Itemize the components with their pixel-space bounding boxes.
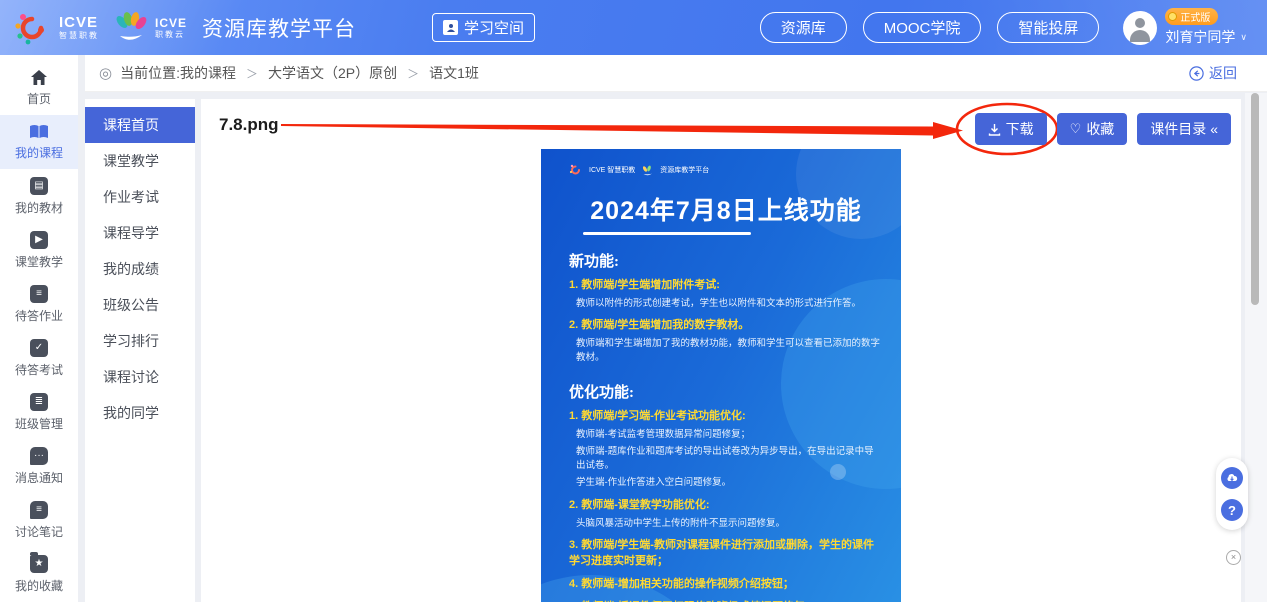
medal-icon xyxy=(1168,12,1177,21)
scrollbar-thumb[interactable] xyxy=(1251,93,1259,305)
download-icon xyxy=(988,123,1001,136)
chevron-down-icon: ∨ xyxy=(1240,32,1247,43)
open-book-icon xyxy=(29,124,49,140)
poster-zhijiaoyun-logo-icon xyxy=(641,164,654,177)
help-icon[interactable]: ? xyxy=(1221,499,1243,521)
sidebar-item-my-favorites[interactable]: ★ 我的收藏 xyxy=(0,547,78,601)
nav-mooc-college-button[interactable]: MOOC学院 xyxy=(863,12,982,43)
home-icon xyxy=(30,69,48,86)
brand: ICVE 智慧职教 ICVE 职教云 资源库教学平台 xyxy=(14,9,356,47)
heart-icon: ♡ xyxy=(1070,121,1082,137)
file-title: 7.8.png xyxy=(219,115,279,135)
nav-smart-cast-button[interactable]: 智能投屏 xyxy=(997,12,1099,43)
course-menu-my-grades[interactable]: 我的成绩 xyxy=(85,251,195,287)
breadcrumb-my-courses[interactable]: 我的课程 xyxy=(180,63,236,83)
icve-zhihuizhijiao-logo-icon xyxy=(14,9,52,47)
course-menu-learning-ranking[interactable]: 学习排行 xyxy=(85,323,195,359)
icve-zhijiaoyun-logo-icon xyxy=(112,10,148,46)
breadcrumb-label: 当前位置: xyxy=(120,63,180,83)
poster-icve-logo-icon xyxy=(569,163,583,177)
breadcrumb-separator: ＞ xyxy=(407,65,419,82)
header-right: 资源库 MOOC学院 智能投屏 正式版 刘育宁同学 ∨ xyxy=(760,8,1247,47)
course-menu-my-classmates[interactable]: 我的同学 xyxy=(85,395,195,431)
left-sidebar: 首页 我的课程 ▤ 我的教材 ▶ 课堂教学 ≡ 待答作业 ✓ 待答考试 xyxy=(0,55,78,602)
poster-title: 2024年7月8日上线功能 xyxy=(569,191,883,235)
platform-title: 资源库教学平台 xyxy=(202,13,356,43)
study-space-button[interactable]: 学习空间 xyxy=(432,13,535,42)
poster-section-optimizations: 优化功能: 1. 教师端/学习端-作业考试功能优化: 教师端-考试监考管理数据异… xyxy=(569,381,883,602)
sidebar-item-pending-exams[interactable]: ✓ 待答考试 xyxy=(0,331,78,385)
course-menu-course-guide[interactable]: 课程导学 xyxy=(85,215,195,251)
favorite-button[interactable]: ♡ 收藏 xyxy=(1057,113,1128,145)
sidebar-item-my-courses[interactable]: 我的课程 xyxy=(0,115,78,169)
class-manage-icon: ≣ xyxy=(30,393,48,411)
course-menu: 课程首页 课堂教学 作业考试 课程导学 我的成绩 班级公告 学习排行 课程讨论 … xyxy=(85,99,195,602)
logo1-title: ICVE xyxy=(59,15,99,30)
location-icon: ◎ xyxy=(99,64,112,82)
exam-icon: ✓ xyxy=(30,339,48,357)
action-buttons: 下载 ♡ 收藏 课件目录 « xyxy=(975,113,1231,145)
course-menu-class-announcements[interactable]: 班级公告 xyxy=(85,287,195,323)
breadcrumb-course[interactable]: 大学语文（2P）原创 xyxy=(268,63,397,83)
sidebar-item-class-management[interactable]: ≣ 班级管理 xyxy=(0,385,78,439)
breadcrumb-class[interactable]: 语文1班 xyxy=(429,63,479,83)
nav-resource-library-button[interactable]: 资源库 xyxy=(760,12,847,43)
breadcrumb-separator: ＞ xyxy=(246,65,258,82)
sidebar-item-classroom-teaching[interactable]: ▶ 课堂教学 xyxy=(0,223,78,277)
sidebar-item-home[interactable]: 首页 xyxy=(0,61,78,115)
logo1-subtitle: 智慧职教 xyxy=(59,32,99,40)
floating-toolbar: ? xyxy=(1216,458,1248,530)
study-space-label: 学习空间 xyxy=(464,17,524,38)
course-menu-course-discussion[interactable]: 课程讨论 xyxy=(85,359,195,395)
courseware-catalog-button[interactable]: 课件目录 « xyxy=(1137,113,1231,145)
poster-section-new-features: 新功能: 1. 教师端/学生端增加附件考试: 教师以附件的形式创建考试，学生也以… xyxy=(569,250,883,366)
notes-icon: ≡ xyxy=(30,501,48,519)
top-header: ICVE 智慧职教 ICVE 职教云 资源库教学平台 学习空间 资 xyxy=(0,0,1267,55)
message-icon: ··· xyxy=(30,447,48,465)
back-button[interactable]: 返回 xyxy=(1189,63,1237,83)
app-window: ICVE 智慧职教 ICVE 职教云 资源库教学平台 学习空间 资 xyxy=(0,0,1267,602)
cloud-download-icon[interactable] xyxy=(1221,467,1243,489)
textbook-icon: ▤ xyxy=(30,177,48,195)
homework-icon: ≡ xyxy=(30,285,48,303)
poster-logo-text2: 资源库教学平台 xyxy=(660,165,709,175)
user-menu[interactable]: 正式版 刘育宁同学 ∨ xyxy=(1123,8,1247,47)
poster-image: ICVE 智慧职教 资源库教学平台 2024年7月8日上线功能 新功能: 1. … xyxy=(541,149,901,602)
logo2-title: ICVE xyxy=(155,17,187,29)
title-underline xyxy=(583,232,751,235)
user-name: 刘育宁同学 xyxy=(1165,27,1235,47)
download-button[interactable]: 下载 xyxy=(975,113,1047,145)
sidebar-item-discussion-notes[interactable]: ≡ 讨论笔记 xyxy=(0,493,78,547)
course-menu-homework-exams[interactable]: 作业考试 xyxy=(85,179,195,215)
poster-logos: ICVE 智慧职教 资源库教学平台 xyxy=(569,163,883,177)
logo2-subtitle: 职教云 xyxy=(155,31,187,39)
sidebar-item-my-textbooks[interactable]: ▤ 我的教材 xyxy=(0,169,78,223)
sidebar-item-message-notifications[interactable]: ··· 消息通知 xyxy=(0,439,78,493)
poster-logo-text1: ICVE 智慧职教 xyxy=(589,165,635,175)
avatar[interactable] xyxy=(1123,11,1157,45)
content-panel: 7.8.png 下载 ♡ 收藏 课件目录 « xyxy=(201,99,1241,602)
sidebar-item-pending-homework[interactable]: ≡ 待答作业 xyxy=(0,277,78,331)
back-icon xyxy=(1189,66,1204,81)
collapse-icon[interactable]: × xyxy=(1226,550,1241,565)
star-folder-icon: ★ xyxy=(30,555,48,573)
play-icon: ▶ xyxy=(30,231,48,249)
course-menu-classroom-teaching[interactable]: 课堂教学 xyxy=(85,143,195,179)
course-menu-home[interactable]: 课程首页 xyxy=(85,107,195,143)
study-space-icon xyxy=(443,20,458,35)
breadcrumb: ◎ 当前位置:我的课程 ＞ 大学语文（2P）原创 ＞ 语文1班 返回 xyxy=(85,55,1267,92)
edition-badge: 正式版 xyxy=(1165,8,1218,25)
